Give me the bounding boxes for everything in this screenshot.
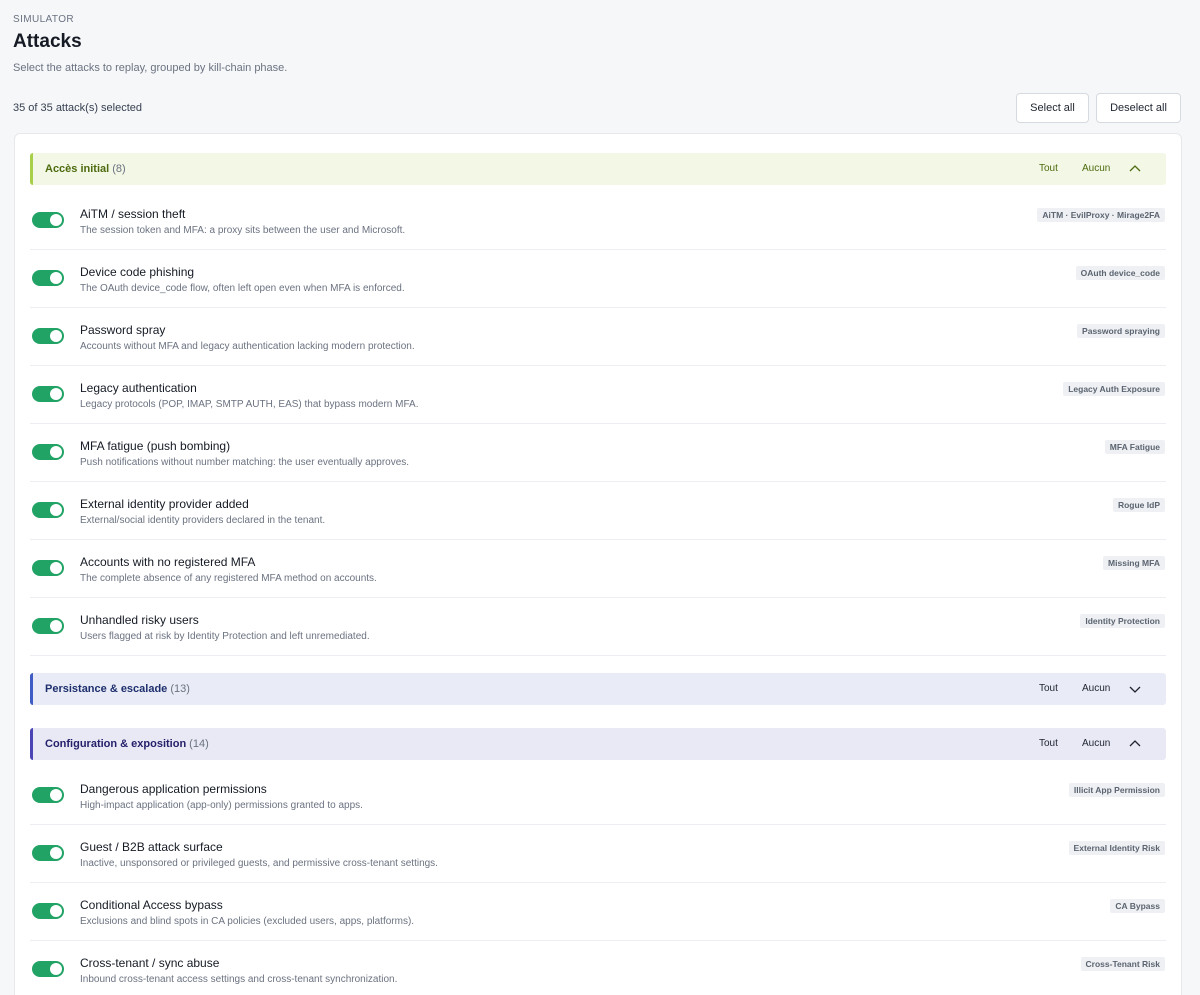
attack-toggle[interactable] [32,444,64,460]
group-count: (13) [170,683,190,695]
attack-row: Guest / B2B attack surface Inactive, uns… [30,825,1166,883]
attack-description: The OAuth device_code flow, often left o… [80,283,405,294]
toggle-knob [50,562,62,574]
group-select-all-link[interactable]: Tout [1039,683,1058,694]
attack-toggle[interactable] [32,502,64,518]
section-eyebrow: SIMULATOR [13,14,75,25]
attack-description: Push notifications without number matchi… [80,457,410,468]
toggle-knob [50,388,62,400]
toggle-knob [50,789,62,801]
attack-row: Legacy authentication Legacy protocols (… [30,366,1166,424]
group-header-persistence[interactable]: Persistance & escalade (13) Tout Aucun [30,673,1166,705]
attack-row: Device code phishing The OAuth device_co… [30,250,1166,308]
deselect-all-button[interactable]: Deselect all [1096,93,1181,123]
chevron-up-icon[interactable] [1127,161,1143,177]
page-title: Attacks [13,31,82,52]
attack-toggle[interactable] [32,618,64,634]
attack-tag: Illicit App Permission [1068,783,1165,797]
attack-tag: OAuth device_code [1075,266,1165,280]
attack-toggle[interactable] [32,212,64,228]
attack-toggle[interactable] [32,903,64,919]
attack-description: The session token and MFA: a proxy sits … [80,225,406,236]
attack-title: Accounts with no registered MFA [80,555,256,569]
attack-title: Device code phishing [80,265,195,279]
attack-tag: MFA Fatigue [1104,440,1165,454]
group-header-initial-access[interactable]: Accès initial (8) Tout Aucun [30,153,1166,185]
attack-title: AiTM / session theft [80,207,186,221]
attack-toggle[interactable] [32,560,64,576]
attack-description: Exclusions and blind spots in CA policie… [80,916,415,927]
attack-title: Dangerous application permissions [80,782,267,796]
attack-tag: External Identity Risk [1068,841,1165,855]
toggle-knob [50,214,62,226]
toggle-knob [50,963,62,975]
attack-list-card: Accès initial (8) Tout Aucun AiTM / sess… [14,133,1182,995]
attack-title: Conditional Access bypass [80,898,223,912]
attack-title: Legacy authentication [80,381,197,395]
group-name: Configuration & exposition [45,738,187,750]
attack-title: External identity provider added [80,497,249,511]
toggle-knob [50,504,62,516]
attack-tag: Identity Protection [1080,614,1165,628]
group-count: (8) [112,163,126,175]
attack-title: Guest / B2B attack surface [80,840,223,854]
attack-tag: Rogue IdP [1112,498,1165,512]
attack-title: MFA fatigue (push bombing) [80,439,231,453]
attack-row: Accounts with no registered MFA The comp… [30,540,1166,598]
attack-title: Password spray [80,323,166,337]
attack-tag: Missing MFA [1103,556,1165,570]
page-subtitle: Select the attacks to replay, grouped by… [13,62,288,74]
attack-toggle[interactable] [32,961,64,977]
page-header: SIMULATOR Attacks Select the attacks to … [13,14,287,74]
attack-description: External/social identity providers decla… [80,515,326,526]
group-name: Persistance & escalade [45,683,168,695]
attack-tag: CA Bypass [1110,899,1165,913]
attack-toggle[interactable] [32,270,64,286]
toggle-knob [50,272,62,284]
attack-toggle[interactable] [32,845,64,861]
attack-row: Password spray Accounts without MFA and … [30,308,1166,366]
toggle-knob [50,847,62,859]
toggle-knob [50,446,62,458]
attack-description: Legacy protocols (POP, IMAP, SMTP AUTH, … [80,399,419,410]
toggle-knob [50,330,62,342]
attack-toggle[interactable] [32,386,64,402]
attack-row: Dangerous application permissions High-i… [30,767,1166,825]
attack-row: MFA fatigue (push bombing) Push notifica… [30,424,1166,482]
chevron-up-icon[interactable] [1127,736,1143,752]
attack-tag: Cross-Tenant Risk [1080,957,1165,971]
chevron-down-icon[interactable] [1127,681,1143,697]
group-select-none-link[interactable]: Aucun [1082,683,1110,694]
group-select-none-link[interactable]: Aucun [1082,738,1110,749]
group-header-configuration[interactable]: Configuration & exposition (14) Tout Auc… [30,728,1166,760]
attacks-page: SIMULATOR Attacks Select the attacks to … [0,0,1200,995]
attack-row: Unhandled risky users Users flagged at r… [30,598,1166,656]
attack-toggle[interactable] [32,328,64,344]
attack-tag: AiTM · EvilProxy · Mirage2FA [1037,208,1165,222]
group-name: Accès initial [45,163,110,175]
attack-toggle[interactable] [32,787,64,803]
selection-count: 35 of 35 attack(s) selected [13,102,143,114]
attack-row: External identity provider added Externa… [30,482,1166,540]
attack-title: Unhandled risky users [80,613,199,627]
attack-row: Conditional Access bypass Exclusions and… [30,883,1166,941]
attack-description: High-impact application (app-only) permi… [80,800,363,811]
toggle-knob [50,620,62,632]
attack-title: Cross-tenant / sync abuse [80,956,220,970]
group-count: (14) [189,738,209,750]
attack-description: Inactive, unsponsored or privileged gues… [80,858,438,869]
group-select-none-link[interactable]: Aucun [1082,163,1110,174]
attack-row: Cross-tenant / sync abuse Inbound cross-… [30,941,1166,995]
attack-description: Accounts without MFA and legacy authenti… [80,341,415,352]
select-all-button[interactable]: Select all [1016,93,1089,123]
attack-description: Inbound cross-tenant access settings and… [80,974,398,985]
attack-tag: Legacy Auth Exposure [1063,382,1165,396]
attack-row: AiTM / session theft The session token a… [30,192,1166,250]
attack-description: The complete absence of any registered M… [80,573,377,584]
group-select-all-link[interactable]: Tout [1039,738,1058,749]
attack-description: Users flagged at risk by Identity Protec… [80,631,370,642]
group-select-all-link[interactable]: Tout [1039,163,1058,174]
toggle-knob [50,905,62,917]
attack-tag: Password spraying [1077,324,1165,338]
